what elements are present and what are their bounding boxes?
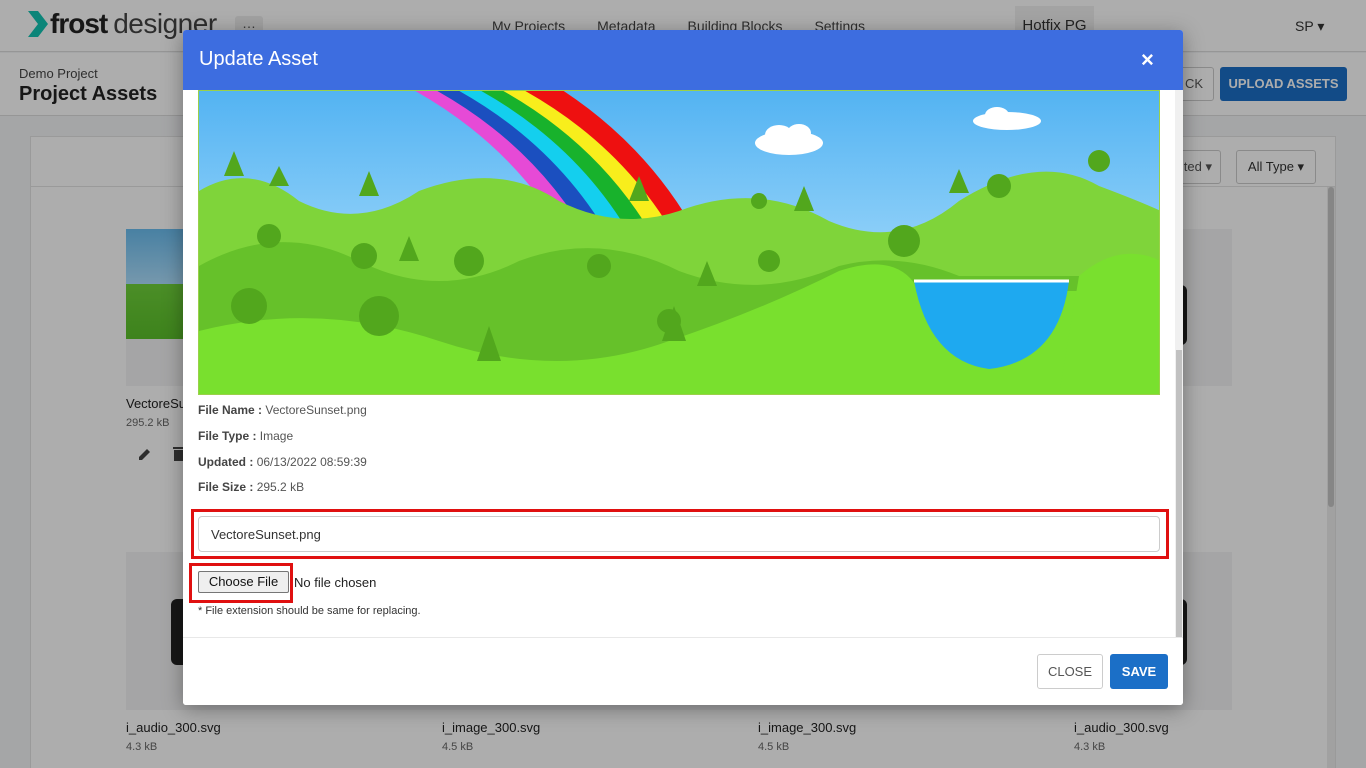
file-size-label: File Size : — [198, 480, 254, 494]
close-icon[interactable]: × — [1141, 48, 1154, 72]
file-type-value: Image — [259, 429, 294, 443]
no-file-text: No file chosen — [294, 575, 377, 590]
modal-header: Update Asset × — [183, 30, 1183, 90]
file-size-info: File Size : 295.2 kB — [198, 480, 304, 494]
file-name-info: File Name : VectoreSunset.png — [198, 403, 367, 417]
updated-info: Updated : 06/13/2022 08:59:39 — [198, 455, 367, 469]
file-extension-note: * File extension should be same for repl… — [198, 605, 421, 617]
modal-footer: CLOSE SAVE — [183, 637, 1183, 705]
update-asset-modal: Update Asset × File Name: VectoreSunset… — [183, 30, 1183, 705]
asset-preview-image — [198, 90, 1160, 395]
updated-label: Updated : — [198, 455, 254, 469]
file-name-value: VectoreSunset.png — [265, 403, 367, 417]
modal-title: Update Asset — [199, 48, 318, 70]
file-type-info: File Type : Image — [198, 429, 293, 443]
choose-file-button[interactable]: Choose File — [198, 571, 289, 593]
save-button[interactable]: SAVE — [1110, 654, 1168, 689]
close-button[interactable]: CLOSE — [1037, 654, 1103, 689]
asset-name-input[interactable] — [198, 516, 1160, 552]
file-type-label: File Type : — [198, 429, 257, 443]
updated-value: 06/13/2022 08:59:39 — [256, 455, 367, 469]
file-name-label: File Name : — [198, 403, 263, 417]
file-size-value: 295.2 kB — [256, 480, 305, 494]
modal-scrollbar-thumb[interactable] — [1176, 350, 1182, 637]
